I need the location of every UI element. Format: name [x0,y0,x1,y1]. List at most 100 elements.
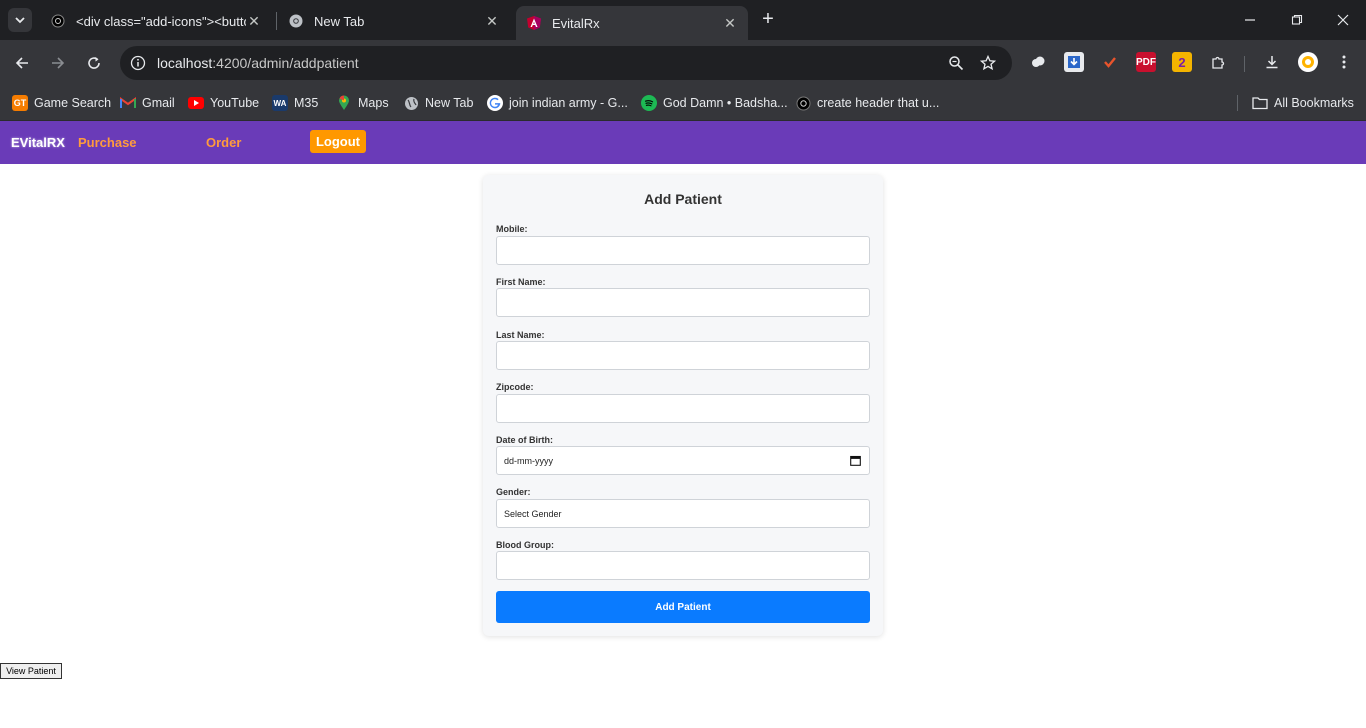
view-patient-button[interactable]: View Patient [0,663,62,679]
maps-icon [336,95,352,111]
zipcode-input[interactable] [496,394,870,423]
all-bookmarks-button[interactable]: All Bookmarks [1252,93,1354,113]
wa-icon: WA [272,95,288,111]
last-name-label: Last Name: [496,330,545,340]
add-patient-button[interactable]: Add Patient [496,591,870,623]
extension-pdf-icon[interactable]: PDF [1136,52,1156,72]
bookmark-label: M35 [294,96,319,110]
all-bookmarks-label: All Bookmarks [1274,96,1354,110]
first-name-input[interactable] [496,288,870,317]
globe-icon [403,95,419,111]
bookmark-label: join indian army - G... [509,96,628,110]
bookmark-m35[interactable]: WA M35 [272,93,318,113]
menu-kebab-icon[interactable] [1334,52,1354,72]
reload-icon [88,57,100,69]
extension-download-icon[interactable] [1064,52,1084,72]
arrow-left-icon [15,57,28,69]
tab-strip: <div class="add-icons"><button ✕ New Tab… [0,0,1366,40]
zipcode-label: Zipcode: [496,382,534,392]
tab-title: <div class="add-icons"><button [76,13,246,29]
extensions-puzzle-icon[interactable] [1208,52,1228,72]
blood-group-label: Blood Group: [496,540,554,550]
first-name-label: First Name: [496,277,546,287]
gender-selected-value: Select Gender [504,508,562,519]
bookmark-label: Game Search [34,96,112,110]
dob-placeholder: dd-mm-yyyy [504,455,553,466]
browser-toolbar: localhost:4200/admin/addpatient PDF 2 [0,40,1366,86]
add-patient-form: Add Patient Mobile: First Name: Last Nam… [483,175,883,636]
bookmark-new-tab[interactable]: New Tab [403,93,473,113]
tab-title: EvitalRx [552,15,600,31]
close-window-icon[interactable] [1333,10,1353,30]
star-icon[interactable] [978,53,998,73]
reload-button[interactable] [82,51,106,75]
forward-button[interactable] [46,51,70,75]
bookmark-label: God Damn • Badsha... [663,96,788,110]
last-name-input[interactable] [496,341,870,370]
minimize-icon[interactable] [1240,10,1260,30]
form-title: Add Patient [644,191,722,207]
profile-avatar[interactable] [1298,52,1318,72]
close-tab-icon[interactable]: ✕ [246,13,262,29]
extension-check-icon[interactable] [1100,52,1120,72]
gender-select[interactable]: Select Gender [496,499,870,528]
openai-icon [50,13,66,29]
tab-title: New Tab [314,13,365,29]
bookmark-god-damn[interactable]: God Damn • Badsha... [641,93,788,113]
restore-icon[interactable] [1287,10,1307,30]
blood-group-input[interactable] [496,551,870,580]
logout-button[interactable]: Logout [310,130,366,153]
calendar-icon[interactable] [850,455,861,466]
downloads-icon[interactable] [1262,52,1282,72]
bookmark-label: create header that u... [817,96,940,110]
site-info-icon[interactable] [128,53,148,73]
tab-add-icons[interactable]: <div class="add-icons"><button ✕ [40,6,272,36]
address-bar[interactable]: localhost:4200/admin/addpatient [120,46,1012,80]
bookmark-label: YouTube [210,96,260,110]
new-tab-button[interactable]: + [758,9,778,30]
bookmark-label: New Tab [425,96,474,110]
toolbar-divider [1244,56,1245,72]
url-path: :4200/admin/addpatient [212,55,359,71]
gender-label: Gender: [496,487,531,497]
angular-icon [526,15,542,31]
chevron-down-icon [15,17,25,24]
spotify-icon [641,95,657,111]
tab-evitalrx[interactable]: EvitalRx ✕ [516,6,748,40]
close-tab-icon[interactable]: ✕ [484,13,500,29]
dob-label: Date of Birth: [496,435,553,445]
extension-cloud-icon[interactable] [1028,52,1048,72]
tab-new-tab[interactable]: New Tab ✕ [278,6,510,36]
google-icon [487,95,503,111]
tab-search-button[interactable] [8,8,32,32]
back-button[interactable] [10,51,34,75]
gmail-icon [120,95,136,111]
url-text: localhost:4200/admin/addpatient [157,55,359,71]
arrow-right-icon [52,57,65,69]
mobile-input[interactable] [496,236,870,265]
bookmark-join-indian-army[interactable]: join indian army - G... [487,93,628,113]
bookmark-label: Gmail [142,96,175,110]
bookmark-label: Maps [358,96,389,110]
extension-two-icon[interactable]: 2 [1172,52,1192,72]
bookmark-gmail[interactable]: Gmail [120,93,175,113]
brand-logo[interactable]: EVitalRX [11,135,65,150]
bookmark-youtube[interactable]: YouTube [188,93,259,113]
app-header: EVitalRX Purchase Order Logout [0,121,1366,164]
tab-divider [276,12,277,30]
bookmark-create-header[interactable]: create header that u... [795,93,939,113]
zoom-icon[interactable] [946,53,966,73]
folder-icon [1252,95,1268,111]
bookmark-game-search[interactable]: GT Game Search [12,93,111,113]
openai-icon [795,95,811,111]
chrome-icon [288,13,304,29]
nav-purchase-link[interactable]: Purchase [78,135,137,150]
dob-input[interactable]: dd-mm-yyyy [496,446,870,475]
nav-order-link[interactable]: Order [206,135,241,150]
bookmarks-divider [1237,95,1238,111]
close-tab-icon[interactable]: ✕ [722,15,738,31]
bookmark-maps[interactable]: Maps [336,93,389,113]
youtube-icon [188,95,204,111]
game-search-icon: GT [12,95,28,111]
bookmarks-bar: GT Game Search Gmail YouTube WA M35 Maps… [0,86,1366,121]
